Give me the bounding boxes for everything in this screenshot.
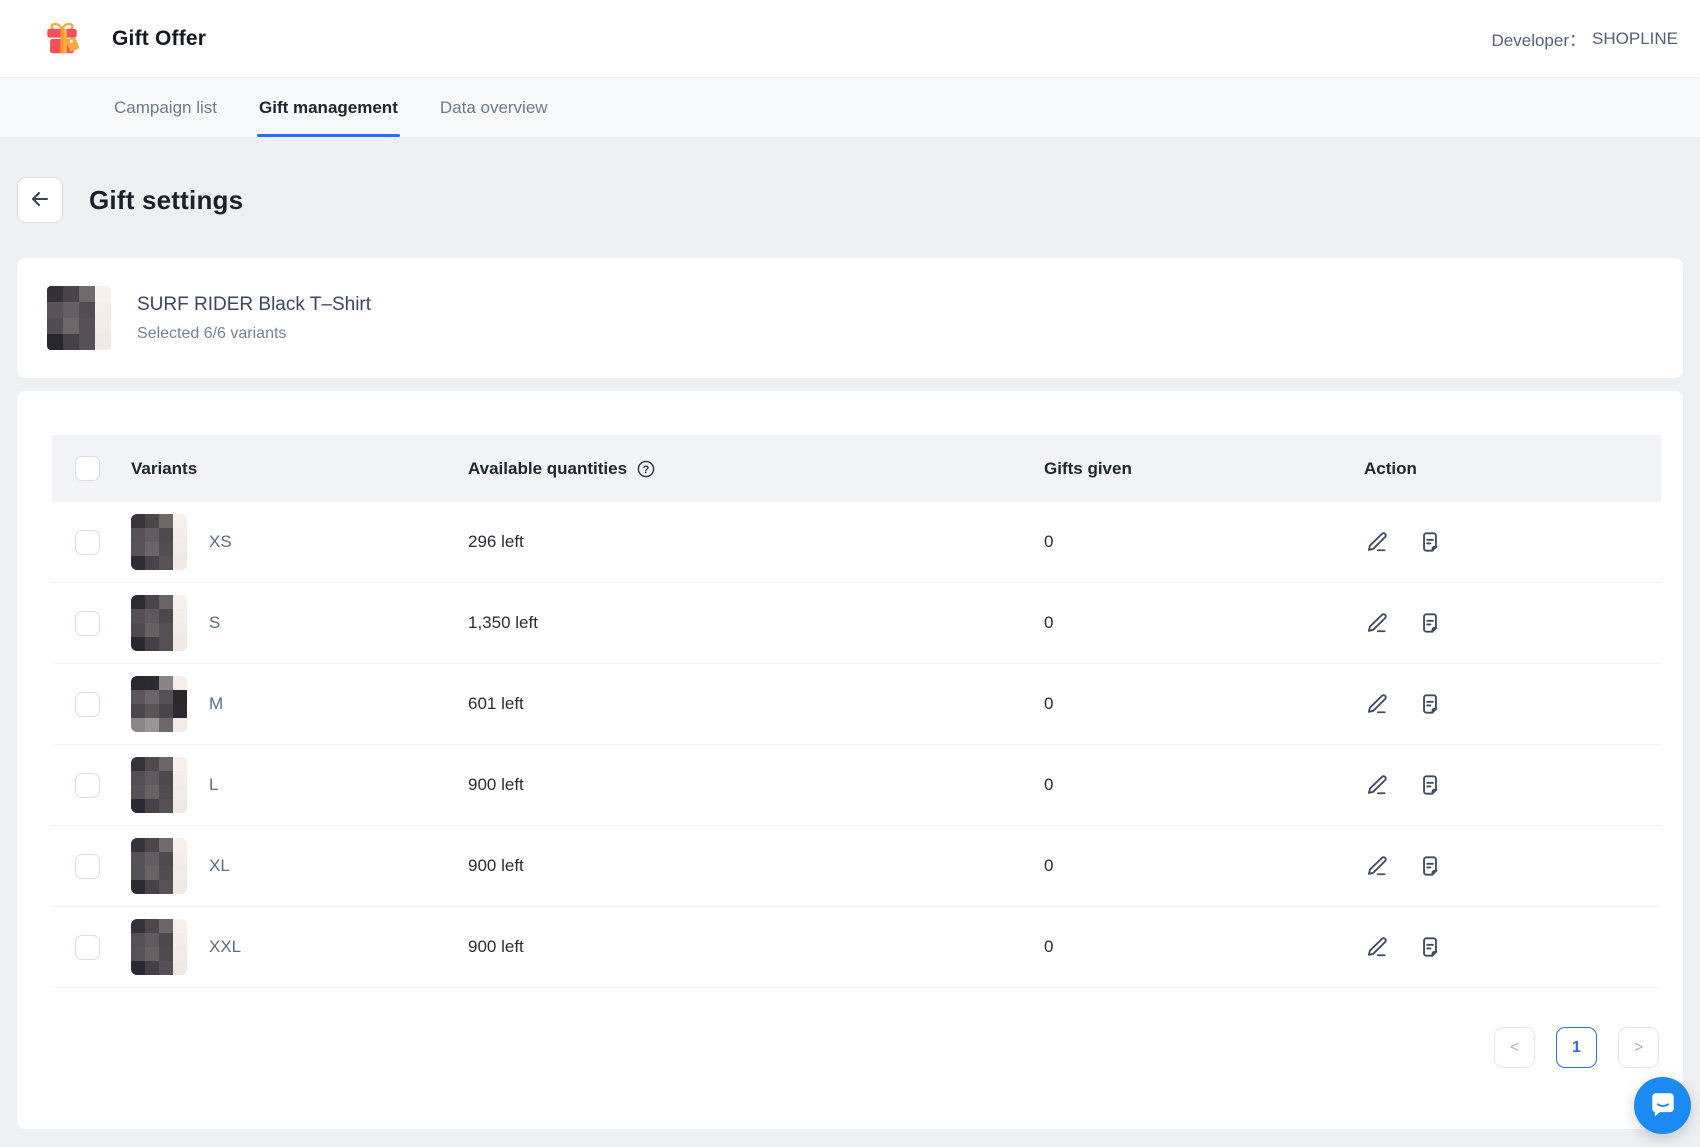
document-icon (1417, 934, 1443, 960)
table-row: XXL 900 left 0 (52, 907, 1661, 988)
variant-label: XL (209, 856, 230, 876)
variant-thumbnail (131, 919, 187, 975)
tab-campaign-list[interactable]: Campaign list (112, 78, 219, 137)
edit-button[interactable] (1364, 853, 1390, 879)
available-quantity: 1,350 left (468, 613, 1044, 633)
svg-text:?: ? (643, 464, 650, 476)
note-log-button[interactable] (1417, 529, 1443, 555)
developer-label: Developer： (1492, 26, 1587, 51)
pagination-page-1-button[interactable]: 1 (1556, 1027, 1597, 1068)
table-header-row: Variants Available quantities ? Gifts gi… (52, 435, 1661, 502)
available-quantity: 900 left (468, 937, 1044, 957)
pencil-icon (1364, 934, 1390, 960)
column-header-gifts: Gifts given (1044, 459, 1364, 479)
select-all-checkbox[interactable] (75, 456, 100, 481)
variant-thumbnail (131, 676, 187, 732)
row-checkbox[interactable] (75, 611, 100, 636)
gifts-given: 0 (1044, 937, 1364, 957)
variants-card: Variants Available quantities ? Gifts gi… (17, 391, 1683, 1129)
note-log-button[interactable] (1417, 934, 1443, 960)
table-body: XS 296 left 0 (52, 502, 1661, 988)
tab-gift-management[interactable]: Gift management (257, 78, 400, 137)
table-row: M 601 left 0 (52, 664, 1661, 745)
row-checkbox[interactable] (75, 935, 100, 960)
table-row: L 900 left 0 (52, 745, 1661, 826)
table-row: XS 296 left 0 (52, 502, 1661, 583)
column-header-variants: Variants (131, 459, 468, 479)
gifts-given: 0 (1044, 532, 1364, 552)
product-name: SURF RIDER Black T–Shirt (137, 294, 371, 316)
gifts-given: 0 (1044, 775, 1364, 795)
help-icon[interactable]: ? (636, 459, 656, 479)
row-checkbox[interactable] (75, 692, 100, 717)
variant-label: L (209, 775, 218, 795)
variant-thumbnail (131, 838, 187, 894)
available-quantity: 900 left (468, 775, 1044, 795)
available-quantity: 601 left (468, 694, 1044, 714)
note-log-button[interactable] (1417, 772, 1443, 798)
app-header: Gift Offer Developer： SHOPLINE (0, 0, 1700, 78)
product-variants-selected: Selected 6/6 variants (137, 325, 371, 343)
document-icon (1417, 610, 1443, 636)
gifts-given: 0 (1044, 694, 1364, 714)
variant-thumbnail (131, 757, 187, 813)
note-log-button[interactable] (1417, 853, 1443, 879)
pencil-icon (1364, 853, 1390, 879)
pencil-icon (1364, 529, 1390, 555)
pencil-icon (1364, 691, 1390, 717)
pagination-prev-button[interactable]: < (1494, 1027, 1535, 1068)
column-header-action: Action (1364, 459, 1661, 479)
pencil-icon (1364, 610, 1390, 636)
product-thumbnail (47, 286, 111, 350)
variant-label: XXL (209, 937, 241, 957)
document-icon (1417, 772, 1443, 798)
document-icon (1417, 691, 1443, 717)
table-row: S 1,350 left 0 (52, 583, 1661, 664)
page-title: Gift settings (89, 185, 243, 216)
edit-button[interactable] (1364, 691, 1390, 717)
page-heading: Gift settings (17, 177, 1683, 223)
tab-bar: Campaign list Gift management Data overv… (0, 78, 1700, 137)
gift-box-icon (40, 17, 84, 61)
gifts-given: 0 (1044, 613, 1364, 633)
note-log-button[interactable] (1417, 610, 1443, 636)
edit-button[interactable] (1364, 529, 1390, 555)
chat-launcher-button[interactable] (1634, 1077, 1691, 1134)
variant-label: S (209, 613, 220, 633)
column-header-available: Available quantities (468, 459, 627, 479)
row-checkbox[interactable] (75, 530, 100, 555)
messenger-icon (1648, 1089, 1678, 1122)
row-checkbox[interactable] (75, 854, 100, 879)
edit-button[interactable] (1364, 934, 1390, 960)
variant-thumbnail (131, 514, 187, 570)
variant-label: XS (209, 532, 232, 552)
pagination: < 1 > (17, 1027, 1659, 1068)
available-quantity: 296 left (468, 532, 1044, 552)
available-quantity: 900 left (468, 856, 1044, 876)
variant-label: M (209, 694, 223, 714)
row-checkbox[interactable] (75, 773, 100, 798)
document-icon (1417, 529, 1443, 555)
back-button[interactable] (17, 177, 63, 223)
tab-data-overview[interactable]: Data overview (438, 78, 550, 137)
back-arrow-icon (28, 187, 52, 214)
gifts-given: 0 (1044, 856, 1364, 876)
app-title: Gift Offer (112, 27, 206, 51)
edit-button[interactable] (1364, 772, 1390, 798)
product-card: SURF RIDER Black T–Shirt Selected 6/6 va… (17, 258, 1683, 378)
variant-thumbnail (131, 595, 187, 651)
developer-info: Developer： SHOPLINE (1492, 26, 1678, 51)
edit-button[interactable] (1364, 610, 1390, 636)
developer-name: SHOPLINE (1592, 29, 1678, 49)
note-log-button[interactable] (1417, 691, 1443, 717)
pencil-icon (1364, 772, 1390, 798)
variants-table: Variants Available quantities ? Gifts gi… (52, 435, 1661, 988)
pagination-next-button[interactable]: > (1618, 1027, 1659, 1068)
table-row: XL 900 left 0 (52, 826, 1661, 907)
document-icon (1417, 853, 1443, 879)
